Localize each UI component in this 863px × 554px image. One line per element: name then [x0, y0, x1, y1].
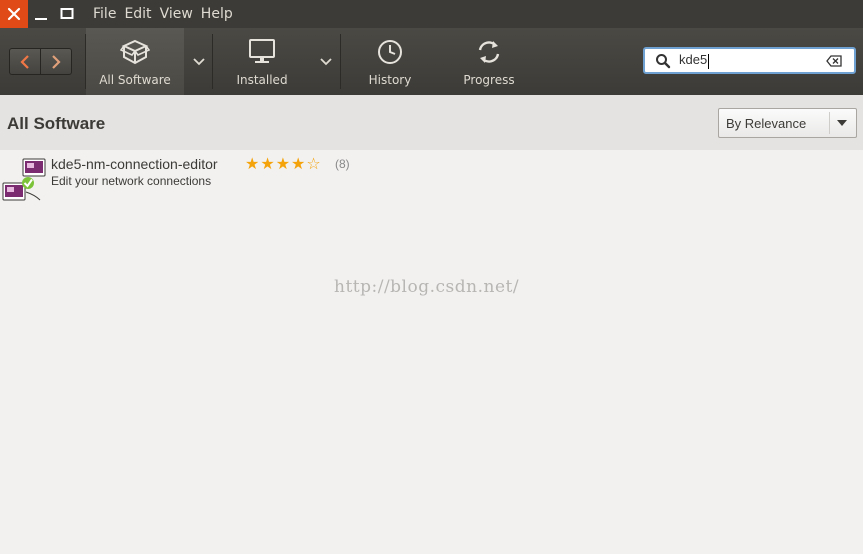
search-input: kde5 — [679, 52, 710, 69]
app-name: kde5-nm-connection-editor — [51, 156, 218, 172]
menu-view[interactable]: View — [160, 6, 193, 22]
clock-icon — [378, 40, 402, 64]
dropdown-divider — [829, 112, 830, 134]
menu: File Edit View Help — [93, 6, 241, 22]
all-software-dropdown[interactable] — [185, 28, 213, 95]
header-bar: All Software By Relevance — [0, 95, 863, 150]
page-title: All Software — [7, 114, 106, 133]
all-software-label: All Software — [99, 73, 171, 87]
close-window-button[interactable] — [0, 0, 28, 28]
results-list: kde5-nm-connection-editor ★★★★☆ (8) Edit… — [0, 150, 863, 554]
installed-label: Installed — [236, 73, 288, 87]
monitor-icon — [249, 39, 275, 63]
review-count: (8) — [335, 157, 350, 171]
navigation-buttons — [9, 48, 72, 75]
history-button[interactable]: History — [341, 28, 439, 95]
watermark-text: http://blog.csdn.net/ — [334, 277, 520, 297]
star-full-icon: ★ — [260, 154, 276, 173]
chevron-down-icon — [320, 57, 332, 65]
installed-dropdown[interactable] — [312, 28, 340, 95]
star-full-icon: ★ — [275, 154, 292, 173]
list-item[interactable]: kde5-nm-connection-editor ★★★★☆ (8) Edit… — [0, 154, 863, 202]
minimize-window-button[interactable] — [28, 0, 54, 28]
refresh-icon — [478, 41, 500, 63]
all-software-button[interactable]: All Software — [86, 28, 184, 95]
menubar: File Edit View Help — [0, 0, 863, 28]
star-full-icon: ★ — [245, 154, 261, 173]
chevron-right-icon — [52, 54, 61, 69]
app-description: Edit your network connections — [51, 174, 212, 188]
toolbar: All Software Installed History Progress — [0, 28, 863, 95]
menu-file[interactable]: File — [93, 6, 116, 22]
clear-search-icon[interactable] — [826, 55, 842, 67]
menu-help[interactable]: Help — [201, 6, 233, 22]
maximize-icon — [60, 8, 74, 19]
maximize-window-button[interactable] — [54, 0, 80, 28]
progress-button[interactable]: Progress — [440, 28, 538, 95]
installed-button[interactable]: Installed — [213, 28, 311, 95]
rating-stars: ★★★★☆ — [245, 154, 322, 173]
progress-label: Progress — [463, 73, 515, 87]
chevron-left-icon — [20, 54, 29, 69]
search-field[interactable]: kde5 — [643, 47, 856, 74]
sort-dropdown-value: By Relevance — [726, 116, 807, 131]
star-full-icon: ★ — [291, 154, 307, 173]
sort-dropdown[interactable]: By Relevance — [718, 108, 857, 138]
close-icon — [7, 7, 21, 21]
forward-button[interactable] — [40, 49, 71, 74]
dropdown-arrow-icon — [837, 120, 847, 126]
network-connection-icon — [2, 158, 46, 201]
star-empty-icon: ☆ — [306, 154, 322, 173]
search-input-value[interactable]: kde5 — [679, 52, 707, 67]
back-button[interactable] — [10, 49, 40, 74]
menu-edit[interactable]: Edit — [124, 6, 151, 22]
software-box-icon — [120, 39, 150, 65]
history-label: History — [368, 73, 412, 87]
minimize-icon — [35, 18, 47, 20]
chevron-down-icon — [193, 57, 205, 65]
text-caret — [708, 53, 710, 69]
search-icon — [656, 53, 671, 68]
